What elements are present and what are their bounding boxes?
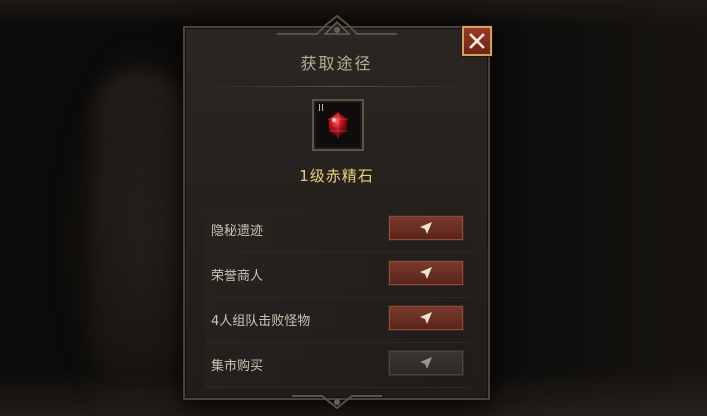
goto-source-button[interactable] — [388, 215, 464, 241]
source-row: 4人组队击败怪物 — [205, 298, 470, 343]
acquisition-dialog: 获取途径 II 1级赤精石 隐秘遗迹 荣誉商人 4人组队击败怪物 集市购买 — [183, 14, 492, 410]
source-label: 荣誉商人 — [211, 269, 264, 284]
goto-source-button[interactable] — [388, 260, 464, 286]
goto-source-button-disabled[interactable] — [388, 350, 464, 376]
item-slot[interactable]: II — [312, 99, 364, 151]
send-arrow-icon — [420, 312, 432, 324]
title-divider — [203, 86, 470, 87]
background-haze — [467, 0, 707, 416]
send-arrow-icon — [420, 222, 432, 234]
send-arrow-icon — [420, 267, 432, 279]
source-row: 荣誉商人 — [205, 253, 470, 298]
source-label: 集市购买 — [211, 359, 264, 374]
source-label: 隐秘遗迹 — [211, 224, 264, 239]
red-gem-icon — [327, 111, 349, 139]
close-icon — [469, 33, 485, 49]
item-name: 1级赤精石 — [299, 167, 374, 185]
source-row: 隐秘遗迹 — [205, 208, 470, 253]
character-silhouette — [95, 70, 185, 370]
source-row: 集市购买 — [205, 343, 470, 388]
source-label: 4人组队击败怪物 — [211, 314, 311, 329]
source-list: 隐秘遗迹 荣誉商人 4人组队击败怪物 集市购买 — [205, 208, 470, 388]
send-arrow-icon — [420, 357, 432, 369]
dialog-title: 获取途径 — [300, 54, 373, 73]
goto-source-button[interactable] — [388, 305, 464, 331]
